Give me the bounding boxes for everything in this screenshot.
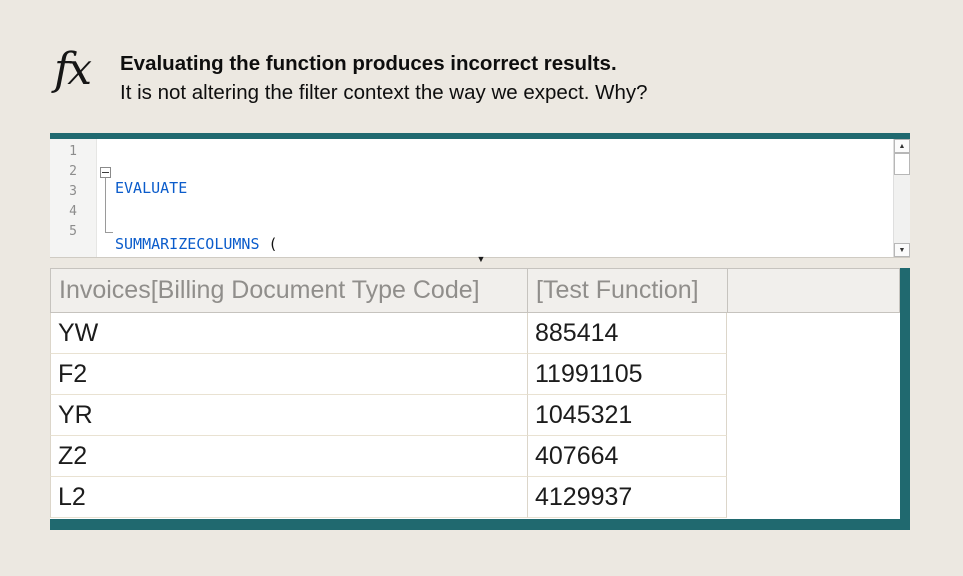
line-number-gutter: 1 2 3 4 5 (50, 139, 97, 257)
table-header-row: Invoices[Billing Document Type Code] [Te… (50, 268, 900, 313)
billing-code-cell: YR (50, 395, 527, 436)
results-table: Invoices[Billing Document Type Code] [Te… (50, 268, 900, 519)
scrollbar-thumb[interactable] (894, 153, 910, 175)
fx-icon: fx (54, 44, 89, 95)
column-header-test-function: [Test Function] (527, 268, 727, 313)
table-row: YR 1045321 (50, 395, 900, 436)
value-cell: 11991105 (527, 354, 727, 395)
results-vertical-scrollbar[interactable] (900, 268, 910, 530)
value-cell: 885414 (527, 313, 727, 354)
scroll-up-icon[interactable]: ▲ (894, 139, 910, 153)
page-title: Evaluating the function produces incorre… (120, 52, 617, 76)
row-spacer (727, 477, 900, 518)
page-subtitle: It is not altering the filter context th… (120, 81, 648, 105)
line-number: 2 (50, 162, 96, 182)
column-header-billing-code: Invoices[Billing Document Type Code] (50, 268, 527, 313)
code-line: SUMMARIZECOLUMNS ( (115, 234, 893, 254)
dax-keyword: SUMMARIZECOLUMNS (115, 235, 260, 253)
scroll-down-icon[interactable]: ▼ (894, 243, 910, 257)
code-fold-margin (97, 139, 115, 257)
table-row: Z2 407664 (50, 436, 900, 477)
line-number: 3 (50, 182, 96, 202)
pane-splitter-handle[interactable]: ▼ (472, 253, 490, 265)
line-number: 4 (50, 202, 96, 222)
dax-code-editor[interactable]: 1 2 3 4 5 EVALUATE SUMMARIZECOLUMNS ( 'I… (50, 133, 910, 258)
fold-guide-line (105, 178, 106, 232)
code-line: EVALUATE (115, 178, 893, 198)
billing-code-cell: F2 (50, 354, 527, 395)
billing-code-cell: Z2 (50, 436, 527, 477)
code-text: ( (260, 235, 278, 253)
billing-code-cell: YW (50, 313, 527, 354)
results-horizontal-scrollbar[interactable] (50, 519, 910, 530)
line-number: 1 (50, 142, 96, 162)
value-cell: 4129937 (527, 477, 727, 518)
row-spacer (727, 436, 900, 477)
fold-collapse-icon[interactable] (100, 167, 111, 178)
column-header-empty (727, 268, 900, 313)
row-spacer (727, 313, 900, 354)
editor-body[interactable]: 1 2 3 4 5 EVALUATE SUMMARIZECOLUMNS ( 'I… (50, 139, 893, 257)
results-grid: Invoices[Billing Document Type Code] [Te… (50, 268, 910, 530)
fold-guide-corner (105, 232, 113, 233)
code-text-area[interactable]: EVALUATE SUMMARIZECOLUMNS ( 'Invoices'[B… (115, 139, 893, 257)
billing-code-cell: L2 (50, 477, 527, 518)
table-row: YW 885414 (50, 313, 900, 354)
dax-keyword: EVALUATE (115, 179, 187, 197)
table-row: L2 4129937 (50, 477, 900, 518)
table-row: F2 11991105 (50, 354, 900, 395)
row-spacer (727, 354, 900, 395)
splitter-collapse-icon: ▼ (477, 254, 486, 264)
line-number: 5 (50, 222, 96, 242)
value-cell: 407664 (527, 436, 727, 477)
editor-vertical-scrollbar[interactable]: ▲ ▼ (893, 139, 910, 257)
row-spacer (727, 395, 900, 436)
value-cell: 1045321 (527, 395, 727, 436)
